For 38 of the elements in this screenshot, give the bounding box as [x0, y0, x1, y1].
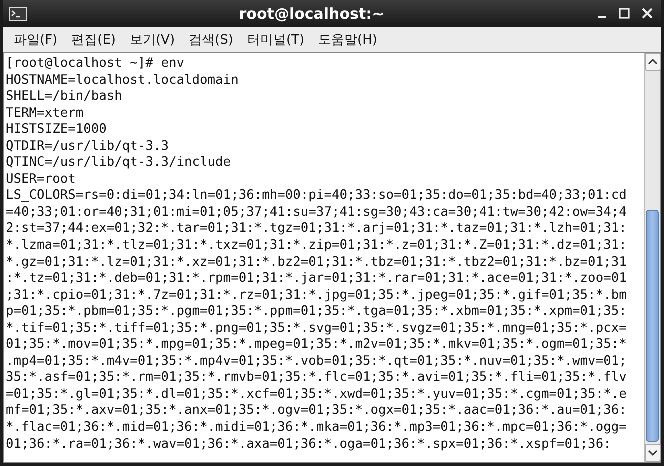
scroll-up-icon[interactable]	[644, 53, 660, 71]
terminal-line: =40;33;01:or=40;31;01:mi=01;05;37;41:su=37;41:sg=30;43:ca=30;41:tw=30;42:ow=34;4	[6, 204, 627, 222]
terminal-line: *.gz=01;31:*.lz=01;31:*.xz=01;31:*.bz2=01;31:*.tbz=01;31:*.tbz2=01;31:*.bz=01;31	[6, 254, 627, 272]
menu-item[interactable]: 도움말(H)	[312, 28, 384, 50]
scroll-down-icon[interactable]	[644, 444, 660, 462]
terminal-line: mf=01;35:*.axv=01;35:*.anx=01;35:*.ogv=01;35:*.ogx=01;35:*.aac=01;36:*.au=01;36:	[6, 403, 627, 420]
close-icon[interactable]	[642, 8, 653, 19]
terminal-line: *.flac=01;36:*.mid=01;36:*.midi=01;36:*.mka=01;36:*.mp3=01;36:*.mpc=01;36:*.ogg=	[6, 420, 627, 437]
terminal-line: 35:*.asf=01;35:*.rm=01;35:*.rmvb=01;35:*.flc=01;35:*.avi=01;35:*.fli=01;35:*.flv	[6, 370, 627, 387]
menu-item[interactable]: 보기(V)	[122, 28, 182, 50]
terminal-line: =01;35:*.gl=01;35:*.dl=01;35:*.xcf=01;35:*.xwd=01;35:*.yuv=01;35:*.cgm=01;35:*.e	[6, 386, 627, 404]
maximize-icon[interactable]	[619, 8, 630, 19]
terminal-line: QTINC=/usr/lib/qt-3.3/include	[6, 155, 232, 172]
terminal-line: p=01;35:*.pbm=01;35:*.pgm=01;35:*.ppm=01;35:*.tga=01;35:*.xbm=01;35:*.xpm=01;35:	[6, 304, 627, 321]
terminal-line: SHELL=/bin/bash	[6, 89, 122, 106]
menu-item[interactable]: 파일(F)	[7, 28, 65, 50]
window-title: root@localhost:~	[238, 4, 386, 22]
terminal-icon	[9, 6, 27, 20]
scroll-bar[interactable]	[644, 53, 660, 462]
terminal-line: .mp4=01;35:*.m4v=01;35:*.mp4v=01;35:*.vob=01;35:*.qt=01;35:*.nuv=01;35:*.wmv=01;	[6, 354, 627, 370]
terminal-line: USER=root	[6, 172, 76, 188]
terminal-line: ;31:*.cpio=01;31:*.7z=01;31:*.rz=01;31:*.jpg=01;35:*.jpeg=01;35:*.gif=01;35:*.bm	[6, 288, 627, 304]
terminal-line: 01;36:*.ra=01;36:*.wav=01;36:*.axa=01;36:*.oga=01;36:*.spx=01;36:*.xspf=01;36:	[6, 436, 612, 454]
terminal-line: LS_COLORS=rs=0:di=01;34:ln=01;36:mh=00:pi=40;33:so=01;35:do=01;35:bd=40;33;01:cd	[6, 188, 627, 205]
terminal-line: TERM=xterm	[6, 106, 84, 122]
menu-item[interactable]: 터미널(T)	[240, 28, 312, 50]
menu-item[interactable]: 편집(E)	[64, 28, 123, 50]
scroll-thumb[interactable]	[646, 210, 659, 442]
terminal-line: [root@localhost ~]# env	[6, 56, 184, 73]
menu-item[interactable]: 검색(S)	[182, 28, 240, 50]
terminal-line: *.tif=01;35:*.tiff=01;35:*.png=01;35:*.svg=01;35:*.svgz=01;35:*.mng=01;35:*.pcx=	[6, 320, 627, 338]
terminal-line: 01;35:*.mov=01;35:*.mpg=01;35:*.mpeg=01;35:*.m2v=01;35:*.mkv=01;35:*.ogm=01;35:*	[6, 337, 627, 354]
terminal-line: QTDIR=/usr/lib/qt-3.3	[6, 138, 169, 156]
terminal-line: 2:st=37;44:ex=01;32:*.tar=01;31:*.tgz=01;31:*.arj=01;31:*.taz=01;31:*.lzh=01;31:	[6, 221, 627, 238]
terminal-line: HOSTNAME=localhost.localdomain	[6, 72, 239, 90]
terminal-line: HISTSIZE=1000	[6, 122, 107, 139]
terminal-line: :*.tz=01;31:*.deb=01;31:*.rpm=01;31:*.jar=01;31:*.rar=01;31:*.ace=01;31:*.zoo=01	[6, 271, 627, 288]
terminal-line: *.lzma=01;31:*.tlz=01;31:*.txz=01;31:*.zip=01;31:*.z=01;31:*.Z=01;31:*.dz=01;31:	[6, 238, 627, 255]
